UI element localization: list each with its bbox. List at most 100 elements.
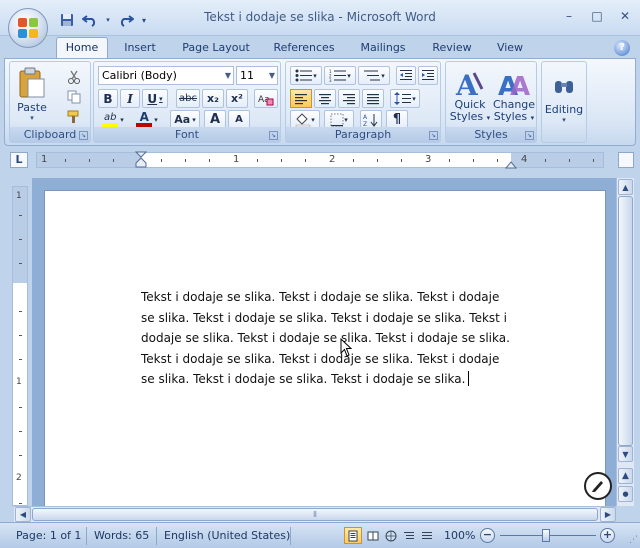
document-body[interactable]: Tekst i dodaje se slika. Tekst i dodaje …	[141, 287, 511, 390]
align-left-button[interactable]	[290, 89, 312, 108]
zoom-out-button[interactable]: −	[480, 528, 495, 543]
clear-formatting-button[interactable]: Aa	[254, 89, 278, 108]
maximize-button[interactable]: □	[586, 6, 608, 26]
chevron-down-icon: ▾	[344, 115, 348, 124]
tab-insert[interactable]: Insert	[116, 40, 164, 58]
select-browse-object-button[interactable]: ●	[618, 486, 633, 502]
zoom-in-button[interactable]: +	[600, 528, 615, 543]
previous-page-button[interactable]: ▲	[618, 468, 633, 484]
horizontal-ruler[interactable]: 1 1 2 3 4	[36, 151, 604, 171]
format-painter-button[interactable]	[64, 108, 84, 126]
document-area: Tekst i dodaje se slika. Tekst i dodaje …	[32, 178, 616, 510]
font-name-value: Calibri (Body)	[102, 69, 177, 82]
document-line: Tekst i dodaje se slika. Tekst i dodaje …	[141, 351, 500, 366]
font-launcher-button[interactable]: ↘	[269, 131, 278, 140]
clipboard-launcher-button[interactable]: ↘	[79, 131, 88, 140]
font-size-value: 11	[240, 69, 254, 82]
title-bar: ▾ ▾ Tekst i dodaje se slika - Microsoft …	[0, 0, 640, 36]
multilevel-list-button[interactable]: ▾	[358, 66, 390, 85]
scroll-left-button[interactable]: ◀	[15, 507, 31, 522]
right-indent-marker-icon[interactable]	[505, 159, 517, 169]
draft-view-button[interactable]	[418, 527, 436, 544]
document-line: se slika. Tekst i dodaje se slika. Tekst…	[141, 310, 508, 325]
word-count[interactable]: Words: 65	[94, 529, 149, 542]
change-styles-button[interactable]: AA Change Styles ▾	[492, 64, 536, 128]
office-button[interactable]	[8, 8, 48, 48]
scroll-right-button[interactable]: ▶	[600, 507, 616, 522]
font-size-combo[interactable]: 11 ▼	[236, 66, 278, 85]
justify-button[interactable]	[362, 89, 384, 108]
tab-view[interactable]: View	[486, 40, 534, 58]
chevron-down-icon: ▾	[120, 115, 124, 124]
align-right-button[interactable]	[338, 89, 360, 108]
underline-button[interactable]: U ▾	[142, 89, 168, 108]
outline-icon	[404, 531, 414, 539]
window-title: Tekst i dodaje se slika - Microsoft Word	[204, 10, 436, 24]
change-styles-label-2: Styles	[493, 109, 528, 123]
eraser-icon: Aa	[258, 95, 274, 105]
subscript-button[interactable]: x₂	[202, 89, 224, 108]
document-page[interactable]: Tekst i dodaje se slika. Tekst i dodaje …	[44, 190, 606, 510]
language-status[interactable]: English (United States)	[164, 529, 290, 542]
font-group: Calibri (Body) ▼ 11 ▼ B I U ▾ abc x₂ x² …	[93, 61, 281, 143]
superscript-button[interactable]: x²	[226, 89, 248, 108]
tab-home[interactable]: Home	[56, 37, 108, 58]
chevron-down-icon: ▾	[159, 94, 163, 103]
horizontal-scrollbar[interactable]: ◀ ⦀ ▶	[14, 506, 616, 522]
chevron-down-icon: ▾	[192, 115, 196, 124]
tab-review[interactable]: Review	[424, 40, 480, 58]
editing-button[interactable]: Editing ▾	[544, 66, 584, 132]
vertical-scrollbar[interactable]: ▲ ▼ ▲ ●	[616, 178, 634, 506]
underline-label: U	[147, 91, 158, 106]
paste-icon	[19, 67, 45, 97]
font-group-label: Font	[94, 127, 280, 142]
line-spacing-button[interactable]: ▾	[390, 89, 420, 108]
scroll-up-button[interactable]: ▲	[618, 179, 633, 195]
strikethrough-button[interactable]: abc	[176, 89, 200, 108]
font-name-combo[interactable]: Calibri (Body) ▼	[98, 66, 234, 85]
align-center-button[interactable]	[314, 89, 336, 108]
quick-styles-button[interactable]: A Quick Styles ▾	[448, 64, 492, 128]
increase-indent-button[interactable]	[418, 66, 438, 85]
copy-button[interactable]	[64, 88, 84, 106]
change-case-label: Aa	[174, 113, 191, 126]
indent-marker-icon[interactable]	[135, 151, 147, 171]
ruler-number: 2	[329, 154, 336, 165]
editing-group: Editing ▾	[541, 61, 587, 143]
vertical-scroll-thumb[interactable]	[618, 196, 633, 446]
browse-object-icon[interactable]	[584, 472, 612, 500]
minimize-button[interactable]: –	[558, 6, 580, 26]
scroll-down-button[interactable]: ▼	[618, 446, 633, 462]
binoculars-icon	[555, 80, 573, 93]
zoom-level[interactable]: 100%	[444, 529, 475, 542]
globe-icon	[385, 530, 397, 541]
outline-view-button[interactable]	[400, 527, 418, 544]
vertical-ruler[interactable]: 1 1 2	[12, 186, 28, 506]
tab-references[interactable]: References	[266, 40, 342, 58]
paste-button[interactable]: Paste ▾	[14, 64, 50, 124]
help-icon[interactable]: ?	[614, 40, 630, 56]
tab-mailings[interactable]: Mailings	[352, 40, 414, 58]
tab-page-layout[interactable]: Page Layout	[176, 40, 256, 58]
page-count[interactable]: Page: 1 of 1	[16, 529, 81, 542]
zoom-slider-thumb[interactable]	[542, 529, 550, 542]
bold-button[interactable]: B	[98, 89, 118, 108]
full-screen-reading-view-button[interactable]	[364, 527, 382, 544]
tab-selector-button[interactable]: L	[10, 152, 28, 168]
chevron-down-icon: ▾	[347, 71, 351, 80]
ruler-number: 1	[233, 154, 240, 165]
cut-button[interactable]	[64, 68, 84, 86]
web-layout-view-button[interactable]	[382, 527, 400, 544]
italic-button[interactable]: I	[120, 89, 140, 108]
paragraph-launcher-button[interactable]: ↘	[429, 131, 438, 140]
decrease-indent-button[interactable]	[396, 66, 416, 85]
ruler-number: 1	[16, 191, 22, 201]
print-layout-view-button[interactable]	[344, 527, 362, 544]
styles-launcher-button[interactable]: ↘	[525, 131, 534, 140]
close-button[interactable]: ✕	[614, 6, 636, 26]
numbering-button[interactable]: 123 ▾	[324, 66, 356, 85]
view-ruler-button[interactable]	[618, 152, 634, 168]
bullets-button[interactable]: ▾	[290, 66, 322, 85]
horizontal-scroll-thumb[interactable]: ⦀	[32, 508, 598, 521]
resize-grip-icon[interactable]: ⋰	[629, 535, 638, 545]
